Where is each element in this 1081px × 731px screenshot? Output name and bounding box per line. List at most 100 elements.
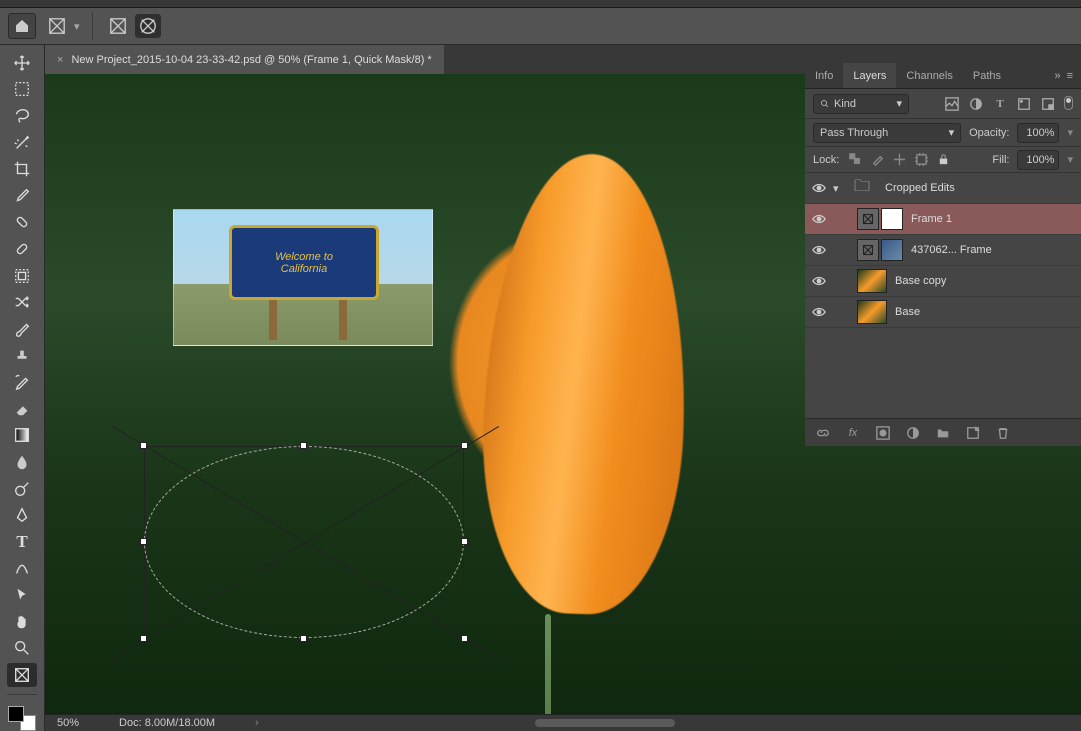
layer-name[interactable]: Base copy xyxy=(895,275,1081,287)
layer-group-row[interactable]: ▾ 🗀 Cropped Edits xyxy=(805,173,1081,204)
dodge-tool[interactable] xyxy=(7,477,37,501)
zoom-level[interactable]: 50% xyxy=(57,717,79,729)
tab-info[interactable]: Info xyxy=(805,63,843,88)
group-collapse-toggle[interactable]: ▾ xyxy=(833,182,847,195)
lock-position-icon[interactable] xyxy=(891,152,907,168)
quick-select-tool[interactable] xyxy=(7,131,37,155)
color-swatches[interactable] xyxy=(8,706,36,731)
layer-row[interactable]: Base copy xyxy=(805,266,1081,297)
transform-handle-bc[interactable] xyxy=(300,635,307,642)
foreground-color-swatch[interactable] xyxy=(8,706,24,722)
lock-artboard-icon[interactable] xyxy=(913,152,929,168)
transform-handle-tl[interactable] xyxy=(140,442,147,449)
frame-tool-icon xyxy=(13,666,31,684)
transform-handle-bl[interactable] xyxy=(140,635,147,642)
placed-smart-object[interactable]: Welcome to California xyxy=(173,209,433,346)
region-icon xyxy=(13,267,31,285)
brush-tool[interactable] xyxy=(7,317,37,341)
lock-pixels-icon[interactable] xyxy=(869,152,885,168)
new-layer-icon[interactable] xyxy=(965,425,981,441)
transform-handle-br[interactable] xyxy=(461,635,468,642)
mask-icon[interactable] xyxy=(875,425,891,441)
lock-transparency-icon[interactable] xyxy=(847,152,863,168)
stamp-tool[interactable] xyxy=(7,344,37,368)
layer-name[interactable]: 437062... Frame xyxy=(911,244,1081,256)
layer-name[interactable]: Cropped Edits xyxy=(885,182,1081,194)
tab-paths[interactable]: Paths xyxy=(963,63,1011,88)
chevron-down-icon[interactable]: ▾ xyxy=(1067,153,1073,166)
layer-row[interactable]: Base xyxy=(805,297,1081,328)
frame-mode-ellipse[interactable] xyxy=(135,14,161,38)
filter-shape-icon[interactable] xyxy=(1016,96,1032,112)
transform-bounding-box[interactable] xyxy=(144,446,464,638)
hand-tool[interactable] xyxy=(7,610,37,634)
filter-smart-icon[interactable] xyxy=(1040,96,1056,112)
close-tab-icon[interactable]: × xyxy=(57,54,63,66)
zoom-tool[interactable] xyxy=(7,636,37,660)
filter-toggle-icon[interactable] xyxy=(1064,96,1073,110)
opacity-input[interactable]: 100% xyxy=(1017,123,1059,143)
eraser-tool[interactable] xyxy=(7,397,37,421)
visibility-toggle[interactable] xyxy=(805,214,833,224)
layer-thumb xyxy=(857,300,887,324)
filter-type-icon[interactable]: T xyxy=(992,96,1008,112)
trash-icon[interactable] xyxy=(995,425,1011,441)
transform-handle-tc[interactable] xyxy=(300,442,307,449)
doc-info[interactable]: Doc: 8.00M/18.00M xyxy=(119,717,215,729)
link-layers-icon[interactable] xyxy=(815,425,831,441)
blend-mode-dropdown[interactable]: Pass Through ▾ xyxy=(813,123,961,143)
history-brush-tool[interactable] xyxy=(7,370,37,394)
layer-row[interactable]: Frame 1 xyxy=(805,204,1081,235)
collapse-icon[interactable]: » xyxy=(1054,70,1060,82)
transform-handle-tr[interactable] xyxy=(461,442,468,449)
tools-divider xyxy=(7,694,37,695)
layer-name[interactable]: Frame 1 xyxy=(911,213,1081,225)
lasso-tool[interactable] xyxy=(7,104,37,128)
dodge-icon xyxy=(13,480,31,498)
transform-handle-mr[interactable] xyxy=(461,538,468,545)
heal-tool[interactable] xyxy=(7,211,37,235)
panel-menu-icon[interactable]: ≡ xyxy=(1067,70,1073,82)
status-bar: 50% Doc: 8.00M/18.00M › xyxy=(45,714,1081,731)
heal-tool-2[interactable] xyxy=(7,237,37,261)
home-button[interactable] xyxy=(8,13,36,39)
gradient-tool[interactable] xyxy=(7,424,37,448)
filter-pixel-icon[interactable] xyxy=(944,96,960,112)
chevron-right-icon[interactable]: › xyxy=(255,717,259,729)
crop-tool[interactable] xyxy=(7,157,37,181)
filter-kind-dropdown[interactable]: Kind ▾ xyxy=(813,94,909,114)
adjustment-icon[interactable] xyxy=(905,425,921,441)
type-tool[interactable]: T xyxy=(7,530,37,554)
layer-row[interactable]: 437062... Frame xyxy=(805,235,1081,266)
visibility-toggle[interactable] xyxy=(805,307,833,317)
document-tab[interactable]: × New Project_2015-10-04 23-33-42.psd @ … xyxy=(45,45,444,74)
move-tool[interactable] xyxy=(7,51,37,75)
horizontal-scrollbar[interactable] xyxy=(535,719,675,727)
group-icon[interactable] xyxy=(935,425,951,441)
shuffle-tool[interactable] xyxy=(7,290,37,314)
tab-channels[interactable]: Channels xyxy=(896,63,962,88)
transform-handle-ml[interactable] xyxy=(140,538,147,545)
visibility-toggle[interactable] xyxy=(805,183,833,193)
options-divider xyxy=(92,12,93,40)
eyedropper-tool[interactable] xyxy=(7,184,37,208)
frame-tool[interactable] xyxy=(7,663,37,687)
blur-tool[interactable] xyxy=(7,450,37,474)
fx-icon[interactable]: fx xyxy=(845,425,861,441)
chevron-down-icon[interactable]: ▾ xyxy=(1067,126,1073,139)
visibility-toggle[interactable] xyxy=(805,276,833,286)
fill-input[interactable]: 100% xyxy=(1017,150,1059,170)
filter-adjust-icon[interactable] xyxy=(968,96,984,112)
marquee-tool[interactable] xyxy=(7,78,37,102)
region-tool[interactable] xyxy=(7,264,37,288)
frame-mode-rect[interactable] xyxy=(105,14,131,38)
direct-select-tool[interactable] xyxy=(7,583,37,607)
layer-name[interactable]: Base xyxy=(895,306,1081,318)
visibility-toggle[interactable] xyxy=(805,245,833,255)
pen-tool[interactable] xyxy=(7,503,37,527)
frame-rect-option[interactable] xyxy=(44,14,70,38)
path-tool[interactable] xyxy=(7,557,37,581)
dropdown-caret-icon[interactable]: ▾ xyxy=(74,20,80,33)
tab-layers[interactable]: Layers xyxy=(843,63,896,88)
lock-all-icon[interactable] xyxy=(935,152,951,168)
